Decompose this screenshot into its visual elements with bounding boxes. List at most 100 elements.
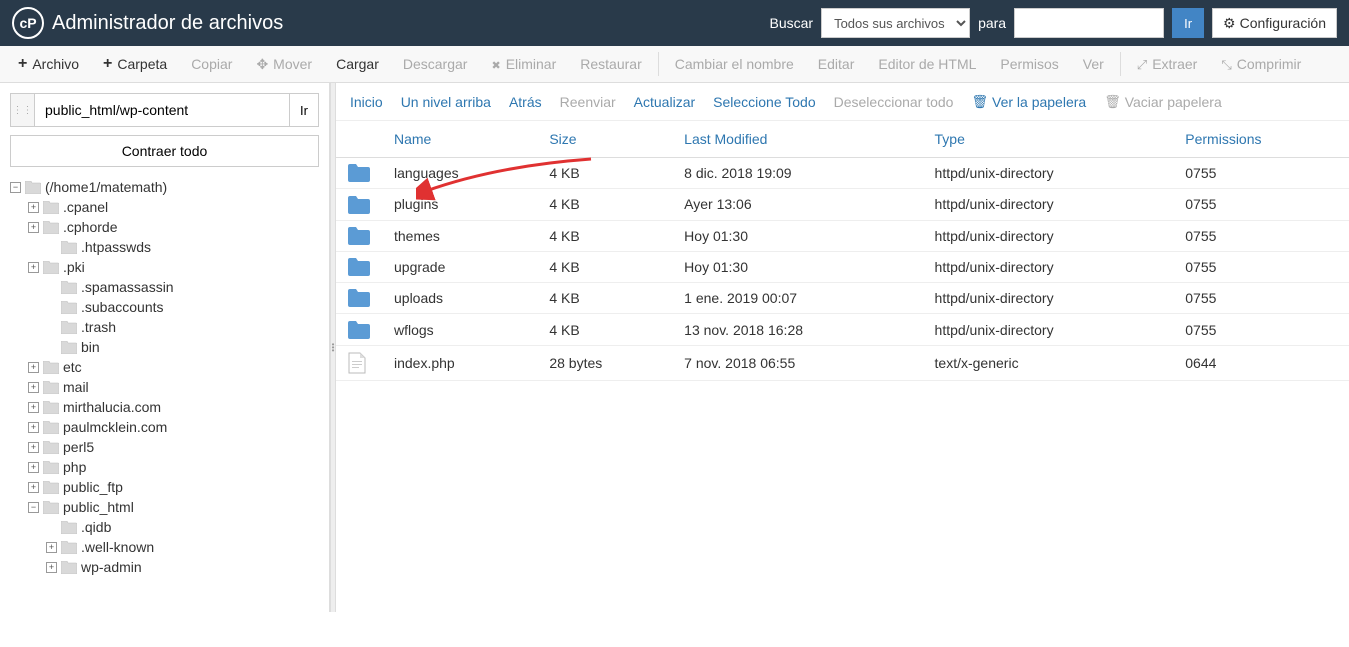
tree-node[interactable]: + wp-admin bbox=[28, 557, 319, 577]
tree-toggle-icon[interactable]: − bbox=[10, 182, 21, 193]
tree-node[interactable]: + etc bbox=[28, 357, 319, 377]
folder-icon bbox=[61, 521, 77, 534]
empty-trash-link[interactable]: Vaciar papelera bbox=[1104, 93, 1222, 110]
refresh-link[interactable]: Actualizar bbox=[634, 94, 695, 110]
table-row[interactable]: wflogs 4 KB 13 nov. 2018 16:28 httpd/uni… bbox=[336, 314, 1349, 345]
col-modified[interactable]: Last Modified bbox=[672, 121, 922, 158]
settings-button[interactable]: Configuración bbox=[1212, 8, 1337, 38]
search-scope-select[interactable]: Todos sus archivos bbox=[821, 8, 970, 38]
up-level-link[interactable]: Un nivel arriba bbox=[401, 94, 491, 110]
download-button[interactable]: Descargar bbox=[391, 46, 480, 82]
app-header: cP Administrador de archivos Buscar Todo… bbox=[0, 0, 1349, 46]
home-link[interactable]: Inicio bbox=[350, 94, 383, 110]
extract-button[interactable]: Extraer bbox=[1125, 46, 1210, 82]
header-search: Buscar Todos sus archivos para Ir Config… bbox=[769, 8, 1337, 38]
folder-icon bbox=[61, 541, 77, 554]
tree-node[interactable]: .qidb bbox=[28, 517, 319, 537]
col-size[interactable]: Size bbox=[537, 121, 672, 158]
tree-toggle-icon[interactable]: + bbox=[28, 222, 39, 233]
search-go-button[interactable]: Ir bbox=[1172, 8, 1204, 38]
tree-node[interactable]: + public_ftp bbox=[28, 477, 319, 497]
folder-icon bbox=[348, 227, 370, 245]
tree-toggle-icon[interactable]: + bbox=[28, 462, 39, 473]
tree-toggle-icon bbox=[46, 322, 57, 333]
collapse-all-button[interactable]: Contraer todo bbox=[10, 135, 319, 167]
upload-button[interactable]: Cargar bbox=[324, 46, 391, 82]
deselect-all-link[interactable]: Deseleccionar todo bbox=[834, 94, 954, 110]
tree-node[interactable]: + mirthalucia.com bbox=[28, 397, 319, 417]
copy-button[interactable]: Copiar bbox=[179, 46, 244, 82]
tree-children: + .cpanel + .cphorde .htpasswds + .pki .… bbox=[10, 197, 319, 577]
delete-button[interactable]: Eliminar bbox=[479, 46, 568, 82]
folder-icon bbox=[43, 201, 59, 214]
drag-handle-icon[interactable]: ⋮⋮ bbox=[10, 93, 34, 127]
tree-node[interactable]: .trash bbox=[28, 317, 319, 337]
cell-name: index.php bbox=[382, 345, 537, 380]
table-row[interactable]: themes 4 KB Hoy 01:30 httpd/unix-directo… bbox=[336, 220, 1349, 251]
html-editor-button[interactable]: Editor de HTML bbox=[866, 46, 988, 82]
edit-button[interactable]: Editar bbox=[806, 46, 867, 82]
col-name[interactable]: Name bbox=[382, 121, 537, 158]
restore-button[interactable]: Restaurar bbox=[568, 46, 653, 82]
tree-node[interactable]: + paulmcklein.com bbox=[28, 417, 319, 437]
tree-toggle-icon[interactable]: + bbox=[46, 562, 57, 573]
col-icon[interactable] bbox=[336, 121, 382, 158]
search-input[interactable] bbox=[1014, 8, 1164, 38]
tree-label: .qidb bbox=[81, 519, 111, 535]
col-permissions[interactable]: Permissions bbox=[1173, 121, 1349, 158]
move-button[interactable]: Mover bbox=[244, 46, 324, 82]
folder-icon bbox=[348, 258, 370, 276]
view-button[interactable]: Ver bbox=[1071, 46, 1116, 82]
tree-node[interactable]: .subaccounts bbox=[28, 297, 319, 317]
select-all-link[interactable]: Seleccione Todo bbox=[713, 94, 815, 110]
tree-node[interactable]: bin bbox=[28, 337, 319, 357]
cell-type: text/x-generic bbox=[923, 345, 1174, 380]
col-type[interactable]: Type bbox=[923, 121, 1174, 158]
compress-button[interactable]: Comprimir bbox=[1209, 46, 1313, 82]
tree-toggle-icon[interactable]: + bbox=[28, 402, 39, 413]
tree-node[interactable]: + perl5 bbox=[28, 437, 319, 457]
tree-node[interactable]: .spamassassin bbox=[28, 277, 319, 297]
tree-toggle-icon[interactable]: − bbox=[28, 502, 39, 513]
tree-toggle-icon[interactable]: + bbox=[28, 422, 39, 433]
folder-icon bbox=[43, 381, 59, 394]
path-go-button[interactable]: Ir bbox=[290, 93, 319, 127]
tree-node[interactable]: + php bbox=[28, 457, 319, 477]
tree-node[interactable]: + .cpanel bbox=[28, 197, 319, 217]
table-row[interactable]: index.php 28 bytes 7 nov. 2018 06:55 tex… bbox=[336, 345, 1349, 380]
tree-toggle-icon[interactable]: + bbox=[28, 442, 39, 453]
cell-icon bbox=[336, 158, 382, 189]
tree-toggle-icon[interactable]: + bbox=[28, 362, 39, 373]
tree-node[interactable]: + .well-known bbox=[28, 537, 319, 557]
tree-toggle-icon[interactable]: + bbox=[28, 202, 39, 213]
permissions-button[interactable]: Permisos bbox=[988, 46, 1070, 82]
forward-link[interactable]: Reenviar bbox=[560, 94, 616, 110]
table-row[interactable]: plugins 4 KB Ayer 13:06 httpd/unix-direc… bbox=[336, 189, 1349, 220]
move-icon bbox=[256, 56, 268, 73]
tree-node[interactable]: − public_html bbox=[28, 497, 319, 517]
folder-icon bbox=[43, 421, 59, 434]
path-input[interactable] bbox=[34, 93, 290, 127]
new-file-button[interactable]: Archivo bbox=[6, 46, 91, 82]
cell-modified: 1 ene. 2019 00:07 bbox=[672, 283, 922, 314]
tree-toggle-icon[interactable]: + bbox=[28, 262, 39, 273]
tree-root[interactable]: − (/home1/matemath) bbox=[10, 177, 319, 197]
tree-node[interactable]: .htpasswds bbox=[28, 237, 319, 257]
cell-permissions: 0755 bbox=[1173, 220, 1349, 251]
new-folder-button[interactable]: Carpeta bbox=[91, 46, 179, 82]
folder-icon bbox=[61, 321, 77, 334]
tree-toggle-icon[interactable]: + bbox=[28, 382, 39, 393]
table-row[interactable]: languages 4 KB 8 dic. 2018 19:09 httpd/u… bbox=[336, 158, 1349, 189]
table-row[interactable]: uploads 4 KB 1 ene. 2019 00:07 httpd/uni… bbox=[336, 283, 1349, 314]
tree-node[interactable]: + mail bbox=[28, 377, 319, 397]
tree-node[interactable]: + .cphorde bbox=[28, 217, 319, 237]
view-trash-link[interactable]: Ver la papelera bbox=[971, 93, 1086, 110]
rename-button[interactable]: Cambiar el nombre bbox=[663, 46, 806, 82]
tree-toggle-icon[interactable]: + bbox=[46, 542, 57, 553]
table-row[interactable]: upgrade 4 KB Hoy 01:30 httpd/unix-direct… bbox=[336, 251, 1349, 282]
tree-toggle-icon[interactable]: + bbox=[28, 482, 39, 493]
compress-icon bbox=[1221, 56, 1231, 73]
tree-node[interactable]: + .pki bbox=[28, 257, 319, 277]
trash-icon bbox=[971, 93, 988, 110]
back-link[interactable]: Atrás bbox=[509, 94, 542, 110]
